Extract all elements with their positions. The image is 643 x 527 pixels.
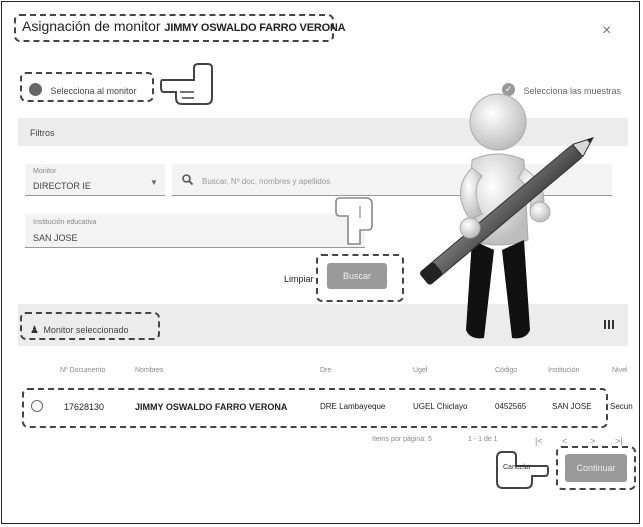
close-icon[interactable]: × — [602, 22, 611, 40]
person-icon: ♟ — [30, 325, 39, 336]
first-page-button[interactable]: |< — [535, 436, 543, 446]
cell-nombres: JIMMY OSWALDO FARRO VERONA — [135, 402, 288, 412]
cancel-button[interactable]: Cancelar — [503, 464, 531, 471]
search-button[interactable]: Buscar — [327, 263, 387, 289]
col-nombres: Nombres — [135, 367, 164, 374]
col-documento: Nº Documento — [60, 367, 106, 374]
continue-button[interactable]: Continuar — [565, 454, 627, 482]
role-select-label: Monitor — [33, 168, 57, 175]
figure-with-pencil-illustration — [420, 93, 595, 339]
cell-ugel: UGEL Chiclayo — [413, 402, 468, 411]
search-placeholder: Buscar, Nº doc, nombres y apellidos — [202, 177, 331, 186]
cell-institucion: SAN JOSE — [552, 402, 592, 411]
cell-codigo: 0452565 — [495, 402, 527, 411]
cell-nivel: Secun — [610, 402, 633, 411]
dropdown-arrow-icon: ▼ — [150, 178, 158, 187]
step-number-icon — [29, 83, 42, 97]
last-page-button[interactable]: >| — [615, 436, 623, 446]
dialog-title: Asignación de monitor JIMMY OSWALDO FARR… — [22, 18, 346, 34]
items-per-page[interactable]: Items por página: 5 — [372, 436, 432, 443]
col-institucion: Institución — [548, 367, 580, 374]
search-icon — [182, 174, 193, 185]
step1-label: Selecciona al monitor — [50, 86, 137, 96]
clear-button[interactable]: Limpiar — [284, 274, 314, 284]
col-codigo: Código — [495, 367, 518, 374]
prev-page-button[interactable]: < — [562, 436, 567, 446]
next-page-button[interactable]: > — [590, 436, 595, 446]
dialog-title-name: JIMMY OSWALDO FARRO VERONA — [164, 22, 346, 34]
role-select-value: DIRECTOR IE — [33, 181, 91, 191]
col-dre: Dre — [320, 367, 332, 374]
cell-dre: DRE Lambayeque — [320, 402, 386, 411]
pointing-hand-icon — [160, 63, 213, 105]
selected-header: ♟ Monitor seleccionado — [30, 320, 128, 338]
col-ugel: Ugel — [413, 367, 428, 374]
step-1[interactable]: Selecciona al monitor — [29, 81, 137, 99]
row-radio[interactable] — [31, 400, 43, 412]
page-range: 1 - 1 de 1 — [468, 436, 498, 443]
institution-value: SAN JOSE — [33, 233, 78, 243]
pointing-hand-down-icon — [335, 197, 373, 245]
cell-documento: 17628130 — [64, 402, 105, 412]
selected-header-label: Monitor seleccionado — [43, 325, 129, 335]
dialog-title-text: Asignación de monitor — [22, 18, 161, 34]
col-nivel: Nivel — [612, 367, 628, 374]
filters-title: Filtros — [30, 128, 55, 138]
institution-label: Institución educativa — [33, 219, 97, 226]
